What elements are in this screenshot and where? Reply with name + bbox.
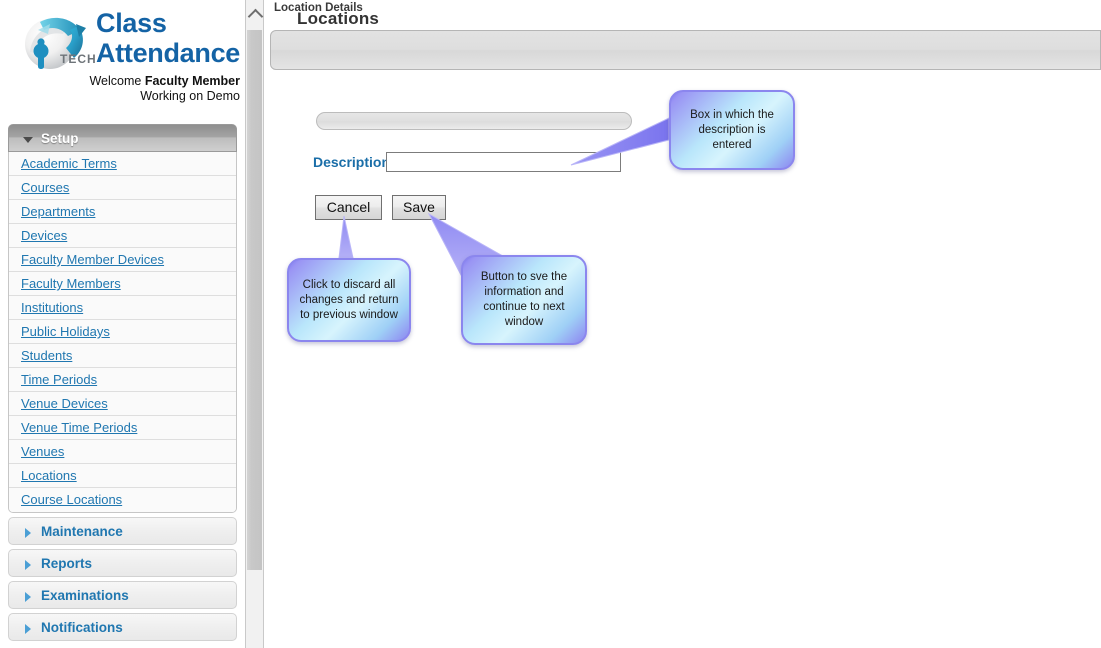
- callout-arrow-cancel: [338, 215, 354, 259]
- page-header-bar: [270, 30, 1101, 70]
- description-label: Description: [313, 154, 391, 170]
- sidebar-item-label[interactable]: Locations: [21, 468, 77, 483]
- sidebar-item-label[interactable]: Faculty Member Devices: [21, 252, 164, 267]
- sidebar-item-course-locations[interactable]: Course Locations: [9, 488, 236, 512]
- sidebar-item-label[interactable]: Academic Terms: [21, 156, 117, 171]
- sidebar-item-venue-time-periods[interactable]: Venue Time Periods: [9, 416, 236, 440]
- sidebar-item-faculty-member-devices[interactable]: Faculty Member Devices: [9, 248, 236, 272]
- sidebar-section-notifications-label: Notifications: [41, 620, 123, 635]
- section-title: Location Details: [274, 2, 363, 14]
- scroll-up-button[interactable]: [246, 0, 264, 28]
- section-header-bar: [316, 112, 632, 130]
- sidebar-panel: TECH Class Attendance Welcome Faculty Me…: [0, 0, 245, 648]
- sidebar-item-faculty-members[interactable]: Faculty Members: [9, 272, 236, 296]
- svg-text:TECH: TECH: [60, 52, 97, 66]
- callout-description-text: Box in which the description is entered: [690, 108, 774, 151]
- welcome-line-2: Working on Demo: [140, 89, 240, 103]
- app-title-line2: Attendance: [96, 38, 241, 68]
- chevron-right-icon: [25, 592, 31, 602]
- main-content: Locations Location Details Description C…: [265, 0, 1101, 648]
- chevron-right-icon: [25, 624, 31, 634]
- sidebar-item-locations[interactable]: Locations: [9, 464, 236, 488]
- sidebar-section-notifications[interactable]: Notifications: [8, 613, 237, 641]
- app-title-line1: Class: [96, 8, 167, 38]
- chevron-right-icon: [25, 528, 31, 538]
- sidebar-item-label[interactable]: Course Locations: [21, 492, 122, 507]
- cancel-button[interactable]: Cancel: [315, 195, 382, 220]
- sidebar-item-venues[interactable]: Venues: [9, 440, 236, 464]
- callout-description: Box in which the description is entered: [669, 90, 795, 170]
- sidebar-section-examinations[interactable]: Examinations: [8, 581, 237, 609]
- sidebar-item-time-periods[interactable]: Time Periods: [9, 368, 236, 392]
- sidebar-item-label[interactable]: Venues: [21, 444, 64, 459]
- sidebar-item-label[interactable]: Departments: [21, 204, 95, 219]
- welcome-message: Welcome Faculty Member Working on Demo: [40, 74, 240, 104]
- callout-save-text: Button to sve the information and contin…: [480, 271, 568, 328]
- brand-header: TECH Class Attendance Welcome Faculty Me…: [0, 0, 245, 110]
- welcome-user: Faculty Member: [144, 74, 240, 88]
- sidebar-item-label[interactable]: Time Periods: [21, 372, 97, 387]
- sidebar-item-students[interactable]: Students: [9, 344, 236, 368]
- sidebar-accordion: Setup Academic Terms Courses Departments…: [8, 124, 237, 641]
- sidebar-section-examinations-label: Examinations: [41, 588, 129, 603]
- description-input[interactable]: [386, 152, 621, 172]
- welcome-line-1: Welcome Faculty Member: [40, 74, 240, 89]
- sidebar-section-maintenance-label: Maintenance: [41, 524, 123, 539]
- sidebar-section-reports-label: Reports: [41, 556, 93, 571]
- sidebar-item-public-holidays[interactable]: Public Holidays: [9, 320, 236, 344]
- sidebar-section-setup-label: Setup: [41, 131, 79, 146]
- sidebar-item-label[interactable]: Courses: [21, 180, 69, 195]
- sidebar-item-courses[interactable]: Courses: [9, 176, 236, 200]
- sidebar-item-venue-devices[interactable]: Venue Devices: [9, 392, 236, 416]
- callout-cancel: Click to discard all changes and return …: [287, 258, 411, 342]
- chevron-down-icon: [23, 137, 33, 143]
- sidebar-item-label[interactable]: Devices: [21, 228, 67, 243]
- sidebar-item-label[interactable]: Students: [21, 348, 72, 363]
- page-scrollbar[interactable]: [245, 0, 264, 648]
- sidebar-item-label[interactable]: Faculty Members: [21, 276, 121, 291]
- globe-swoosh-logo-icon: TECH: [16, 6, 102, 78]
- chevron-up-icon: [247, 8, 264, 25]
- sidebar-section-maintenance[interactable]: Maintenance: [8, 517, 237, 545]
- chevron-right-icon: [25, 560, 31, 570]
- sidebar-section-setup[interactable]: Setup: [8, 124, 237, 152]
- callout-save: Button to sve the information and contin…: [461, 255, 587, 345]
- welcome-prefix: Welcome: [89, 74, 145, 88]
- app-title: Class Attendance: [96, 8, 241, 68]
- sidebar-section-reports[interactable]: Reports: [8, 549, 237, 577]
- sidebar-item-academic-terms[interactable]: Academic Terms: [9, 152, 236, 176]
- sidebar-item-institutions[interactable]: Institutions: [9, 296, 236, 320]
- app-window: TECH Class Attendance Welcome Faculty Me…: [0, 0, 1101, 648]
- sidebar-item-label[interactable]: Venue Time Periods: [21, 420, 137, 435]
- scrollbar-thumb[interactable]: [247, 30, 262, 570]
- sidebar-section-setup-body: Academic Terms Courses Departments Devic…: [8, 152, 237, 513]
- sidebar-item-departments[interactable]: Departments: [9, 200, 236, 224]
- sidebar-item-label[interactable]: Institutions: [21, 300, 83, 315]
- sidebar-item-label[interactable]: Venue Devices: [21, 396, 108, 411]
- sidebar-item-devices[interactable]: Devices: [9, 224, 236, 248]
- callout-cancel-text: Click to discard all changes and return …: [299, 278, 399, 321]
- sidebar-item-label[interactable]: Public Holidays: [21, 324, 110, 339]
- save-button[interactable]: Save: [392, 195, 446, 220]
